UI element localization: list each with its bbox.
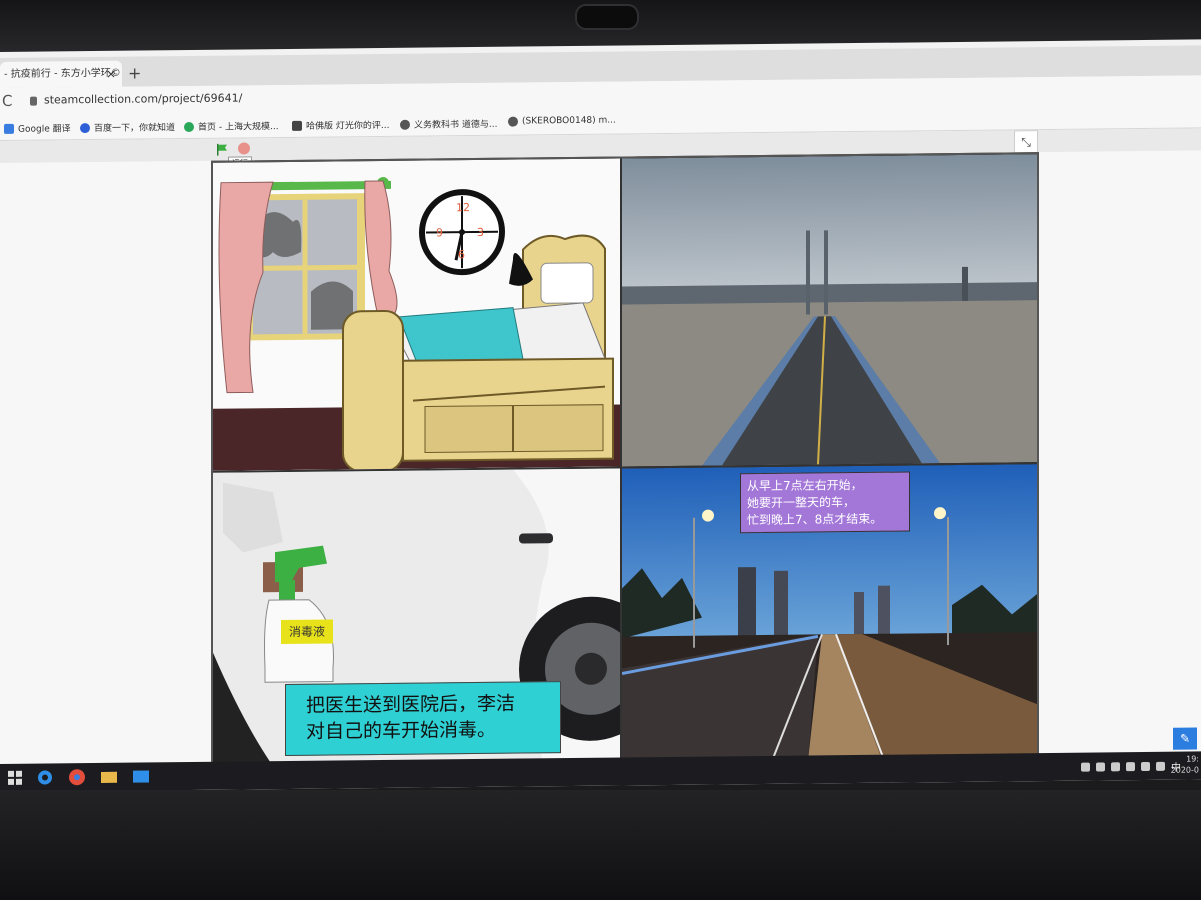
tray-icon[interactable] [1111, 762, 1120, 772]
clock-number-3: 3 [477, 226, 484, 239]
system-tray: 中 [1081, 759, 1181, 775]
taskbar-clock[interactable]: 19: 2020-0 [1171, 753, 1199, 775]
bedroom-scene: 12 3 6 9 [213, 158, 620, 471]
tray-icon[interactable] [1126, 762, 1135, 772]
page-content: 运行 ⤡ [0, 128, 1201, 781]
disinfectant-label: 消毒液 [281, 619, 333, 645]
baidu-icon [80, 122, 90, 133]
browser-tab[interactable]: - 抗疫前行 - 东方小学环© × [0, 60, 122, 88]
clock-time: 19: [1186, 754, 1199, 764]
monitor-bezel-bottom [0, 790, 1201, 900]
night-road-photo: 从早上7点左右开始， 她要开一整天的车， 忙到晚上7、8点才结束。 [622, 464, 1037, 763]
caption-bottom-right: 从早上7点左右开始， 她要开一整天的车， 忙到晚上7、8点才结束。 [740, 471, 910, 534]
bookmark-item[interactable]: 义务教科书 道德与... [400, 117, 497, 131]
tray-icon[interactable] [1141, 761, 1150, 772]
globe-icon [400, 119, 410, 130]
bookmark-item[interactable]: 首页 - 上海大规模... [184, 119, 279, 133]
bookmark-item[interactable]: 哈佛版 灯光你的评... [292, 118, 389, 132]
bedroom-illustration: 12 3 6 9 [213, 176, 620, 471]
tray-icon[interactable] [1156, 761, 1165, 771]
stop-icon[interactable] [238, 142, 250, 155]
site-icon [184, 121, 194, 132]
fullscreen-button[interactable]: ⤡ [1014, 130, 1038, 155]
bookmark-item[interactable]: Google 翻译 [4, 121, 71, 135]
green-flag-icon[interactable] [216, 143, 228, 156]
clock-number-6: 6 [458, 248, 465, 261]
caption-line: 对自己的车开始消毒。 [306, 718, 497, 743]
chrome-icon[interactable] [68, 768, 86, 786]
globe-icon [508, 116, 518, 127]
folder-icon[interactable] [100, 768, 118, 786]
caption-bottom-left: 把医生送到医院后，李洁 对自己的车开始消毒。 [285, 681, 561, 757]
reload-icon[interactable]: C [2, 92, 12, 110]
bookmark-item[interactable]: (SKEROBO0148) m... [508, 116, 616, 127]
caption-line: 把医生送到医院后，李洁 [306, 692, 516, 717]
tray-icon[interactable] [1096, 762, 1105, 772]
windows-start-icon[interactable] [6, 769, 24, 787]
site-icon [292, 120, 302, 131]
tab-close-icon[interactable]: × [106, 61, 116, 87]
bookmark-item[interactable]: 百度一下，你就知道 [80, 120, 175, 134]
tab-title: - 抗疫前行 - 东方小学环© [4, 67, 121, 80]
bridge-image [622, 154, 1037, 467]
address-input[interactable]: steamcollection.com/project/69641/ [44, 91, 242, 106]
car-disinfect-scene: 消毒液 把医生送到医院后，李洁 对自己的车开始消毒。 [213, 468, 620, 767]
ie-icon[interactable] [36, 768, 54, 786]
mail-icon[interactable] [132, 767, 150, 785]
clock-number-9: 9 [436, 226, 443, 239]
caption-line: 忙到晚上7、8点才结束。 [747, 511, 883, 528]
tray-icon[interactable] [1081, 762, 1090, 772]
caption-line: 她要开一整天的车， [747, 495, 856, 511]
clock-number-12: 12 [456, 201, 470, 214]
bridge-photo [622, 154, 1037, 467]
caption-line: 从早上7点左右开始， [747, 477, 863, 494]
webcam [575, 4, 639, 30]
new-tab-button[interactable]: + [128, 61, 141, 87]
edit-float-button[interactable]: ✎ [1173, 727, 1197, 750]
translate-icon [4, 123, 14, 134]
project-stage[interactable]: 12 3 6 9 消毒液 把医生送到医院后，李洁 对自己的车开始消毒。 从早上7… [211, 152, 1039, 769]
lock-icon [30, 96, 37, 106]
screen: - 抗疫前行 - 东方小学环© × + C steamcollection.co… [0, 39, 1201, 792]
clock-date: 2020-0 [1170, 765, 1199, 775]
